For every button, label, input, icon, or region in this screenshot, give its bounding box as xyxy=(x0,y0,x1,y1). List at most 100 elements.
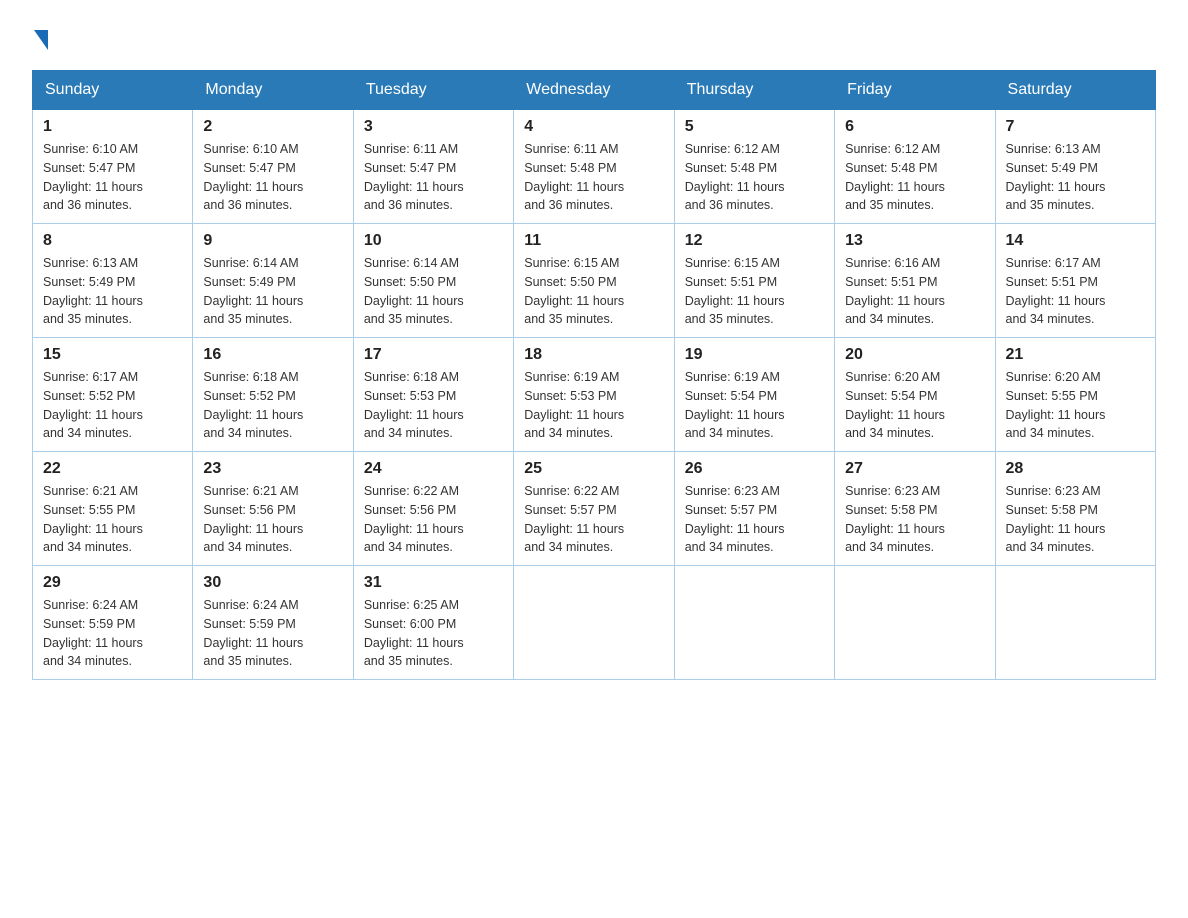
day-info: Sunrise: 6:12 AMSunset: 5:48 PMDaylight:… xyxy=(845,142,945,212)
day-number: 31 xyxy=(364,574,503,592)
day-info: Sunrise: 6:23 AMSunset: 5:58 PMDaylight:… xyxy=(1006,484,1106,554)
calendar-header-row: SundayMondayTuesdayWednesdayThursdayFrid… xyxy=(33,71,1156,110)
calendar-week-4: 22 Sunrise: 6:21 AMSunset: 5:55 PMDaylig… xyxy=(33,452,1156,566)
day-info: Sunrise: 6:15 AMSunset: 5:51 PMDaylight:… xyxy=(685,256,785,326)
calendar-cell xyxy=(514,566,674,680)
header-friday: Friday xyxy=(835,71,995,110)
day-number: 4 xyxy=(524,118,663,136)
calendar-cell: 9 Sunrise: 6:14 AMSunset: 5:49 PMDayligh… xyxy=(193,224,353,338)
day-number: 14 xyxy=(1006,232,1145,250)
day-number: 22 xyxy=(43,460,182,478)
day-info: Sunrise: 6:16 AMSunset: 5:51 PMDaylight:… xyxy=(845,256,945,326)
calendar-cell: 18 Sunrise: 6:19 AMSunset: 5:53 PMDaylig… xyxy=(514,338,674,452)
calendar-cell: 3 Sunrise: 6:11 AMSunset: 5:47 PMDayligh… xyxy=(353,110,513,224)
header-sunday: Sunday xyxy=(33,71,193,110)
day-info: Sunrise: 6:11 AMSunset: 5:48 PMDaylight:… xyxy=(524,142,624,212)
calendar-cell: 30 Sunrise: 6:24 AMSunset: 5:59 PMDaylig… xyxy=(193,566,353,680)
calendar-cell: 10 Sunrise: 6:14 AMSunset: 5:50 PMDaylig… xyxy=(353,224,513,338)
calendar-cell: 22 Sunrise: 6:21 AMSunset: 5:55 PMDaylig… xyxy=(33,452,193,566)
calendar-cell: 23 Sunrise: 6:21 AMSunset: 5:56 PMDaylig… xyxy=(193,452,353,566)
calendar-cell: 20 Sunrise: 6:20 AMSunset: 5:54 PMDaylig… xyxy=(835,338,995,452)
calendar-cell: 29 Sunrise: 6:24 AMSunset: 5:59 PMDaylig… xyxy=(33,566,193,680)
day-info: Sunrise: 6:24 AMSunset: 5:59 PMDaylight:… xyxy=(203,598,303,668)
day-info: Sunrise: 6:19 AMSunset: 5:53 PMDaylight:… xyxy=(524,370,624,440)
day-number: 5 xyxy=(685,118,824,136)
day-number: 13 xyxy=(845,232,984,250)
logo-text xyxy=(32,24,50,56)
day-info: Sunrise: 6:11 AMSunset: 5:47 PMDaylight:… xyxy=(364,142,464,212)
day-info: Sunrise: 6:21 AMSunset: 5:55 PMDaylight:… xyxy=(43,484,143,554)
header-saturday: Saturday xyxy=(995,71,1155,110)
calendar-cell: 12 Sunrise: 6:15 AMSunset: 5:51 PMDaylig… xyxy=(674,224,834,338)
calendar-cell: 26 Sunrise: 6:23 AMSunset: 5:57 PMDaylig… xyxy=(674,452,834,566)
calendar-cell: 21 Sunrise: 6:20 AMSunset: 5:55 PMDaylig… xyxy=(995,338,1155,452)
calendar-week-3: 15 Sunrise: 6:17 AMSunset: 5:52 PMDaylig… xyxy=(33,338,1156,452)
day-number: 1 xyxy=(43,118,182,136)
day-info: Sunrise: 6:10 AMSunset: 5:47 PMDaylight:… xyxy=(203,142,303,212)
day-info: Sunrise: 6:15 AMSunset: 5:50 PMDaylight:… xyxy=(524,256,624,326)
calendar-cell: 24 Sunrise: 6:22 AMSunset: 5:56 PMDaylig… xyxy=(353,452,513,566)
day-info: Sunrise: 6:22 AMSunset: 5:57 PMDaylight:… xyxy=(524,484,624,554)
calendar-cell: 2 Sunrise: 6:10 AMSunset: 5:47 PMDayligh… xyxy=(193,110,353,224)
header-monday: Monday xyxy=(193,71,353,110)
day-number: 11 xyxy=(524,232,663,250)
day-info: Sunrise: 6:25 AMSunset: 6:00 PMDaylight:… xyxy=(364,598,464,668)
day-number: 19 xyxy=(685,346,824,364)
day-info: Sunrise: 6:13 AMSunset: 5:49 PMDaylight:… xyxy=(43,256,143,326)
calendar-cell: 1 Sunrise: 6:10 AMSunset: 5:47 PMDayligh… xyxy=(33,110,193,224)
day-info: Sunrise: 6:14 AMSunset: 5:50 PMDaylight:… xyxy=(364,256,464,326)
day-number: 10 xyxy=(364,232,503,250)
day-number: 6 xyxy=(845,118,984,136)
calendar-week-2: 8 Sunrise: 6:13 AMSunset: 5:49 PMDayligh… xyxy=(33,224,1156,338)
calendar-cell: 11 Sunrise: 6:15 AMSunset: 5:50 PMDaylig… xyxy=(514,224,674,338)
day-number: 2 xyxy=(203,118,342,136)
calendar-cell xyxy=(995,566,1155,680)
day-info: Sunrise: 6:18 AMSunset: 5:53 PMDaylight:… xyxy=(364,370,464,440)
page-header xyxy=(32,24,1156,50)
header-tuesday: Tuesday xyxy=(353,71,513,110)
calendar-week-5: 29 Sunrise: 6:24 AMSunset: 5:59 PMDaylig… xyxy=(33,566,1156,680)
day-number: 28 xyxy=(1006,460,1145,478)
day-number: 7 xyxy=(1006,118,1145,136)
day-info: Sunrise: 6:17 AMSunset: 5:51 PMDaylight:… xyxy=(1006,256,1106,326)
day-number: 3 xyxy=(364,118,503,136)
calendar-cell: 19 Sunrise: 6:19 AMSunset: 5:54 PMDaylig… xyxy=(674,338,834,452)
day-info: Sunrise: 6:23 AMSunset: 5:57 PMDaylight:… xyxy=(685,484,785,554)
day-info: Sunrise: 6:10 AMSunset: 5:47 PMDaylight:… xyxy=(43,142,143,212)
calendar-cell: 25 Sunrise: 6:22 AMSunset: 5:57 PMDaylig… xyxy=(514,452,674,566)
calendar-cell: 17 Sunrise: 6:18 AMSunset: 5:53 PMDaylig… xyxy=(353,338,513,452)
day-number: 27 xyxy=(845,460,984,478)
day-number: 23 xyxy=(203,460,342,478)
day-number: 12 xyxy=(685,232,824,250)
day-number: 17 xyxy=(364,346,503,364)
day-info: Sunrise: 6:22 AMSunset: 5:56 PMDaylight:… xyxy=(364,484,464,554)
day-number: 30 xyxy=(203,574,342,592)
day-info: Sunrise: 6:13 AMSunset: 5:49 PMDaylight:… xyxy=(1006,142,1106,212)
header-thursday: Thursday xyxy=(674,71,834,110)
calendar-cell: 14 Sunrise: 6:17 AMSunset: 5:51 PMDaylig… xyxy=(995,224,1155,338)
calendar-cell: 16 Sunrise: 6:18 AMSunset: 5:52 PMDaylig… xyxy=(193,338,353,452)
day-number: 25 xyxy=(524,460,663,478)
logo-triangle-icon xyxy=(34,30,48,50)
day-number: 18 xyxy=(524,346,663,364)
day-number: 26 xyxy=(685,460,824,478)
calendar-cell xyxy=(674,566,834,680)
day-info: Sunrise: 6:19 AMSunset: 5:54 PMDaylight:… xyxy=(685,370,785,440)
day-number: 16 xyxy=(203,346,342,364)
calendar-cell: 15 Sunrise: 6:17 AMSunset: 5:52 PMDaylig… xyxy=(33,338,193,452)
calendar-cell: 4 Sunrise: 6:11 AMSunset: 5:48 PMDayligh… xyxy=(514,110,674,224)
calendar-cell: 13 Sunrise: 6:16 AMSunset: 5:51 PMDaylig… xyxy=(835,224,995,338)
logo xyxy=(32,24,50,50)
day-number: 29 xyxy=(43,574,182,592)
calendar-cell xyxy=(835,566,995,680)
day-number: 24 xyxy=(364,460,503,478)
calendar-cell: 8 Sunrise: 6:13 AMSunset: 5:49 PMDayligh… xyxy=(33,224,193,338)
calendar-cell: 27 Sunrise: 6:23 AMSunset: 5:58 PMDaylig… xyxy=(835,452,995,566)
day-number: 15 xyxy=(43,346,182,364)
day-number: 21 xyxy=(1006,346,1145,364)
day-info: Sunrise: 6:12 AMSunset: 5:48 PMDaylight:… xyxy=(685,142,785,212)
calendar-cell: 31 Sunrise: 6:25 AMSunset: 6:00 PMDaylig… xyxy=(353,566,513,680)
calendar-cell: 5 Sunrise: 6:12 AMSunset: 5:48 PMDayligh… xyxy=(674,110,834,224)
calendar-table: SundayMondayTuesdayWednesdayThursdayFrid… xyxy=(32,70,1156,680)
day-info: Sunrise: 6:20 AMSunset: 5:54 PMDaylight:… xyxy=(845,370,945,440)
